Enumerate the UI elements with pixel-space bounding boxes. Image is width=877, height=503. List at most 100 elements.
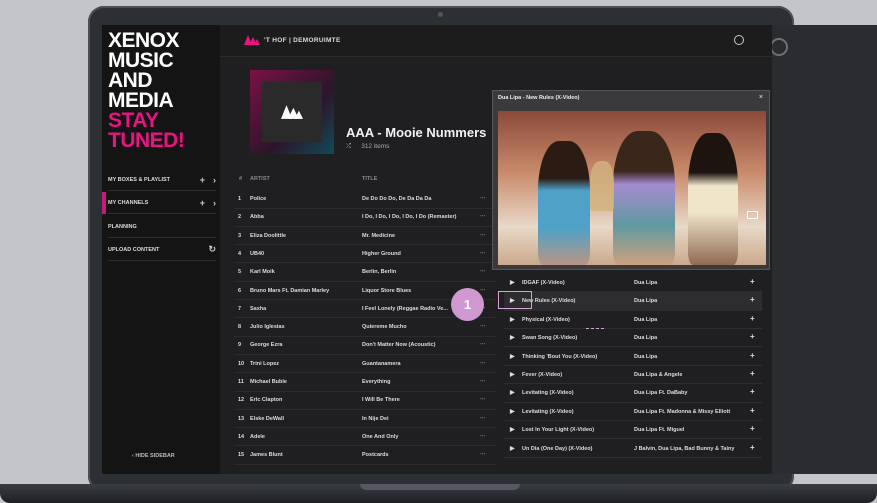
row-number: 1 <box>238 196 242 202</box>
add-icon[interactable]: + <box>750 351 755 360</box>
video-player[interactable] <box>498 111 766 265</box>
sidebar-item-label: UPLOAD CONTENT <box>108 246 160 253</box>
plus-icon[interactable]: + <box>200 198 205 208</box>
row-number: 12 <box>238 397 245 404</box>
hide-sidebar-button[interactable]: ‹ HIDE SIDEBAR <box>132 453 175 459</box>
more-icon[interactable]: ⋯ <box>480 288 486 294</box>
add-icon[interactable]: + <box>750 369 755 378</box>
table-row[interactable]: 5 Karl Moik Berlin, Berlin ⋯ <box>234 263 496 282</box>
table-row[interactable]: 4 UB40 Higher Ground ⋯ <box>234 245 496 264</box>
more-icon[interactable]: ⋯ <box>480 214 486 220</box>
refresh-icon[interactable]: ↻ <box>208 244 216 255</box>
row-artist: Julio Iglesias <box>250 324 285 331</box>
picture-in-picture-icon[interactable] <box>747 211 758 219</box>
sidebar-item-channels[interactable]: MY CHANNELS + › <box>102 192 216 214</box>
row-artist: Saxha <box>250 305 267 312</box>
video-list-item[interactable]: ▶ Physical (X-Video) Dua Lipa + <box>504 311 762 329</box>
video-list-item[interactable]: ▶ Un Dia (One Day) (X-Video) J Balvin, Dua… <box>504 440 762 458</box>
more-icon[interactable]: ⋯ <box>480 342 486 348</box>
table-row[interactable]: 15 James Blunt Postcards ⋯ <box>234 446 496 465</box>
row-artist: Michael Buble <box>250 379 287 385</box>
camera <box>438 12 443 17</box>
video-list-item[interactable]: ▶ Fever (X-Video) Dua Lipa & Angele + <box>504 366 762 385</box>
add-icon[interactable]: + <box>750 277 755 286</box>
plus-icon[interactable]: + <box>200 175 205 185</box>
play-icon[interactable]: ▶ <box>510 389 515 396</box>
more-icon[interactable]: ⋯ <box>480 361 486 367</box>
video-list-item[interactable]: ▶ Lost In Your Light (X-Video) Dua Lipa Ft… <box>504 421 762 440</box>
more-icon[interactable]: ⋯ <box>480 196 486 202</box>
table-row[interactable]: 3 Eliza Doolittle Mr. Medicine ⋯ <box>234 227 496 246</box>
chevron-right-icon[interactable]: › <box>213 198 216 208</box>
col-title-header[interactable]: TITLE <box>362 176 377 182</box>
play-icon[interactable]: ▶ <box>510 408 515 415</box>
playlist-title: AAA - Mooie Nummers <box>346 125 487 140</box>
table-row[interactable]: 13 Elske DeWall In Nije Dei ⋯ <box>234 410 496 429</box>
play-icon[interactable]: ▶ <box>510 279 515 286</box>
video-popup: Dua Lipa - New Rules (X-Video) × <box>492 90 770 270</box>
video-artist: Dua Lipa Ft. Madonna & Missy Elliott <box>634 408 731 415</box>
play-icon[interactable]: ▶ <box>510 445 515 452</box>
close-icon[interactable]: × <box>759 94 763 101</box>
row-number: 8 <box>238 324 242 331</box>
more-icon[interactable]: ⋯ <box>480 397 486 403</box>
play-icon[interactable]: ▶ <box>510 316 515 323</box>
top-bar: 'T HOF | DEMORUIMTE <box>220 25 772 57</box>
table-row[interactable]: 10 Trini Lopez Guantanamera ⋯ <box>234 355 496 374</box>
add-icon[interactable]: + <box>750 443 755 452</box>
video-list-item[interactable]: ▶ Levitating (X-Video) Dua Lipa Ft. DaBaby… <box>504 384 762 403</box>
table-row[interactable]: 2 Abba I Do, I Do, I Do, I Do, I Do (Remas… <box>234 208 496 227</box>
more-icon[interactable]: ⋯ <box>480 233 486 239</box>
video-title: Un Dia (One Day) (X-Video) <box>522 445 593 452</box>
table-row[interactable]: 11 Michael Buble Everything ⋯ <box>234 373 496 392</box>
row-number: 5 <box>238 269 242 276</box>
sidebar-item-upload[interactable]: UPLOAD CONTENT ↻ <box>108 239 216 261</box>
row-artist: George Ezra <box>250 342 283 349</box>
table-row[interactable]: 14 Adele One And Only ⋯ <box>234 428 496 447</box>
more-icon[interactable]: ⋯ <box>480 251 486 257</box>
row-artist: Adele <box>250 433 265 440</box>
more-icon[interactable]: ⋯ <box>480 269 486 275</box>
user-icon[interactable] <box>734 35 744 45</box>
row-title: Berlin, Berlin <box>362 269 397 276</box>
table-row[interactable]: 9 George Ezra Don't Matter Now (Acoustic) ⋯ <box>234 336 496 355</box>
table-row[interactable]: 12 Eric Clapton I Will Be There ⋯ <box>234 391 496 410</box>
play-icon[interactable]: ▶ <box>510 334 515 341</box>
add-icon[interactable]: + <box>750 424 755 433</box>
chevron-right-icon[interactable]: › <box>213 175 216 185</box>
play-icon[interactable]: ▶ <box>510 353 515 360</box>
video-artist: Dua Lipa Ft. Miguel <box>634 427 685 434</box>
add-icon[interactable]: + <box>750 387 755 396</box>
more-icon[interactable]: ⋯ <box>480 434 486 440</box>
video-list-item[interactable]: ▶ New Rules (X-Video) Dua Lipa + <box>504 292 762 311</box>
more-icon[interactable]: ⋯ <box>480 416 486 422</box>
video-list-item[interactable]: ▶ Levitating (X-Video) Dua Lipa Ft. Madonn… <box>504 403 762 421</box>
more-icon[interactable]: ⋯ <box>480 324 486 330</box>
more-icon[interactable]: ⋯ <box>480 379 486 385</box>
video-title: Physical (X-Video) <box>522 316 570 323</box>
shuffle-icon[interactable]: ⤮ <box>346 143 351 151</box>
play-icon[interactable]: ▶ <box>510 426 515 433</box>
video-artist: Dua Lipa Ft. DaBaby <box>634 390 688 397</box>
add-icon[interactable]: + <box>750 406 755 415</box>
table-row[interactable]: 1 Police De Do Do Do, De Da Da Da ⋯ <box>234 190 496 209</box>
video-list-item[interactable]: ▶ IDGAF (X-Video) Dua Lipa + <box>504 274 762 293</box>
col-artist-header[interactable]: ARTIST <box>250 176 270 182</box>
more-icon[interactable]: ⋯ <box>480 452 486 458</box>
sidebar-item-planning[interactable]: PLANNING <box>108 216 216 238</box>
row-artist: UB40 <box>250 250 265 257</box>
row-artist: Eric Clapton <box>250 397 283 404</box>
video-title: IDGAF (X-Video) <box>522 280 565 286</box>
sidebar-item-label: MY BOXES & PLAYLIST <box>108 176 171 183</box>
play-icon[interactable]: ▶ <box>510 371 515 378</box>
video-list-item[interactable]: ▶ Swan Song (X-Video) Dua Lipa + <box>504 329 762 348</box>
row-artist: Eliza Doolittle <box>250 232 287 239</box>
add-icon[interactable]: + <box>750 332 755 341</box>
row-title: Higher Ground <box>362 250 401 257</box>
row-artist: Karl Moik <box>250 269 275 276</box>
video-list-item[interactable]: ▶ Thinking 'Bout You (X-Video) Dua Lipa + <box>504 348 762 366</box>
table-row[interactable]: 8 Julio Iglesias Quiereme Mucho ⋯ <box>234 318 496 337</box>
add-icon[interactable]: + <box>750 314 755 323</box>
sidebar-item-boxes[interactable]: MY BOXES & PLAYLIST + › <box>108 169 216 191</box>
add-icon[interactable]: + <box>750 295 755 304</box>
